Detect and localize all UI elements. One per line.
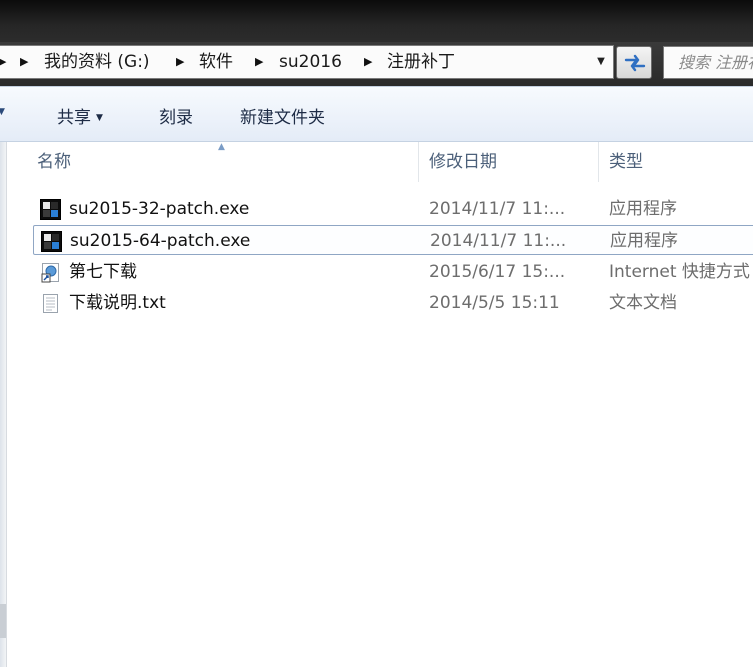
column-header-type[interactable]: 类型 — [609, 142, 643, 182]
refresh-icon — [624, 54, 646, 72]
file-name: 第七下载 — [69, 262, 137, 282]
burn-button[interactable]: 刻录 — [159, 103, 193, 128]
sort-ascending-icon: ▲ — [218, 142, 225, 152]
breadcrumb-drive[interactable]: 我的资料 (G:) — [44, 46, 150, 78]
scrollbar-thumb[interactable] — [0, 604, 6, 638]
file-type: Internet 快捷方式 — [609, 262, 750, 282]
breadcrumb-patch-folder[interactable]: 注册补丁 — [387, 46, 455, 78]
text-document-icon — [43, 294, 58, 313]
chevron-right-icon[interactable]: ▶ — [0, 46, 6, 78]
file-date: 2015/6/17 15:... — [429, 262, 566, 282]
refresh-button[interactable] — [616, 46, 652, 79]
file-type: 文本文档 — [609, 293, 677, 313]
chevron-right-icon[interactable]: ▶ — [20, 46, 28, 78]
file-type: 应用程序 — [609, 199, 677, 219]
share-label: 共享 — [57, 108, 91, 128]
chevron-right-icon[interactable]: ▶ — [255, 46, 263, 78]
address-row: ▶ ▶ 我的资料 (G:) ▶ 软件 ▶ su2016 ▶ 注册补丁 ▼ — [0, 42, 753, 86]
file-date: 2014/11/7 11:... — [430, 231, 567, 251]
share-button[interactable]: 共享 ▼ — [57, 103, 103, 128]
chevron-down-icon: ▼ — [96, 113, 103, 123]
chevron-down-icon[interactable]: ▼ — [0, 107, 5, 117]
file-list-pane: ▲ 名称 修改日期 类型 su2015-32-patch.exe 2014/11… — [0, 142, 753, 667]
file-row-selected[interactable]: su2015-64-patch.exe 2014/11/7 11:... 应用程… — [33, 225, 753, 255]
file-date: 2014/11/7 11:... — [429, 199, 566, 219]
address-bar[interactable]: ▶ ▶ 我的资料 (G:) ▶ 软件 ▶ su2016 ▶ 注册补丁 ▼ — [0, 45, 614, 79]
file-date: 2014/5/5 15:11 — [429, 293, 560, 313]
chevron-right-icon[interactable]: ▶ — [364, 46, 372, 78]
internet-shortcut-icon — [41, 263, 59, 283]
file-row[interactable]: su2015-32-patch.exe 2014/11/7 11:... 应用程… — [33, 194, 753, 224]
file-name: 下载说明.txt — [69, 293, 166, 313]
file-row[interactable]: 第七下载 2015/6/17 15:... Internet 快捷方式 — [33, 257, 753, 287]
exe-icon — [41, 231, 62, 252]
chevron-right-icon[interactable]: ▶ — [176, 46, 184, 78]
breadcrumb-su2016[interactable]: su2016 — [279, 46, 342, 78]
new-folder-button[interactable]: 新建文件夹 — [240, 103, 325, 128]
breadcrumb-software[interactable]: 软件 — [199, 46, 233, 78]
window-title-bar — [0, 0, 753, 42]
navigation-pane-edge — [0, 142, 7, 667]
search-input[interactable] — [664, 47, 753, 78]
file-name: su2015-32-patch.exe — [69, 199, 250, 219]
search-box[interactable] — [663, 46, 753, 79]
file-row[interactable]: 下载说明.txt 2014/5/5 15:11 文本文档 — [33, 288, 753, 318]
column-divider[interactable] — [598, 142, 599, 182]
file-name: su2015-64-patch.exe — [70, 231, 251, 251]
column-header-date-modified[interactable]: 修改日期 — [429, 142, 497, 182]
column-divider[interactable] — [418, 142, 419, 182]
file-type: 应用程序 — [610, 231, 678, 251]
column-header-name[interactable]: 名称 — [37, 142, 71, 182]
chevron-down-icon[interactable]: ▼ — [591, 46, 611, 78]
exe-icon — [40, 199, 61, 220]
command-bar: ▼ 共享 ▼ 刻录 新建文件夹 — [0, 86, 753, 142]
